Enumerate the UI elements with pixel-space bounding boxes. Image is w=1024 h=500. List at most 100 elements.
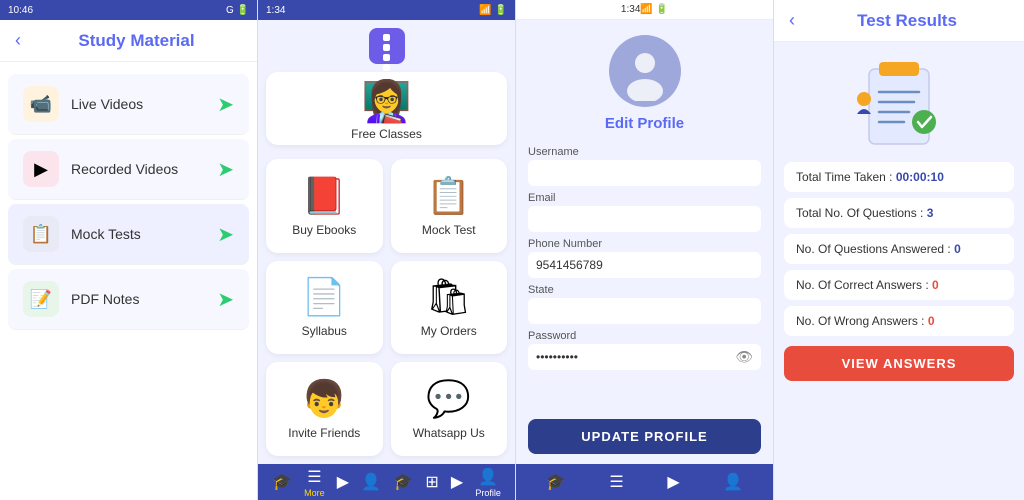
panel3-bottom-video[interactable]: ▶ xyxy=(667,472,679,492)
menu-item-recorded-videos[interactable]: ▶ Recorded Videos ➤ xyxy=(8,139,249,200)
back-button-4[interactable]: ‹ xyxy=(789,10,795,31)
mock-test-label: Mock Test xyxy=(422,223,476,237)
grid-item-buy-ebooks[interactable]: 📕 Buy Ebooks xyxy=(266,159,383,253)
test-results-panel: ‹ Test Results Total Time Taken : 00:00:… xyxy=(774,0,1024,500)
whatsapp-icon: 💬 xyxy=(426,378,471,420)
menu-item-mock-tests[interactable]: 📋 Mock Tests ➤ xyxy=(8,204,249,265)
password-input[interactable] xyxy=(528,344,761,370)
avatar-container xyxy=(516,20,773,115)
update-profile-button[interactable]: UPDATE PROFILE xyxy=(528,419,761,454)
view-answers-button[interactable]: VIEW ANSWERS xyxy=(784,346,1014,381)
icons-3: 📶 🔋 xyxy=(640,4,668,15)
my-orders-icon: 🛍 xyxy=(426,276,472,318)
menu-item-live-videos[interactable]: 📹 Live Videos ➤ xyxy=(8,74,249,135)
free-classes-item[interactable]: 👩‍🏫 Free Classes xyxy=(266,72,507,145)
bottom-learn-btn[interactable]: 🎓 xyxy=(393,472,413,492)
panel1-header: ‹ Study Material xyxy=(0,20,257,62)
recorded-videos-label: Recorded Videos xyxy=(71,161,217,177)
email-input[interactable] xyxy=(528,206,761,232)
correct-value: 0 xyxy=(932,278,939,292)
bottom-profile-small-btn[interactable]: 👤 xyxy=(361,472,381,492)
grid-item-my-orders[interactable]: 🛍 My Orders xyxy=(391,261,508,355)
bottom-profile-btn[interactable]: 👤 Profile xyxy=(475,467,501,498)
panel2-bottom-bar: 🎓 ☰ More ▶ 👤 🎓 ⊞ ▶ 👤 Profile xyxy=(258,464,515,500)
password-label: Password xyxy=(528,330,761,342)
panel2-top xyxy=(258,20,515,72)
free-classes-icon: 👩‍🏫 xyxy=(362,78,412,125)
panel3-bottom-bar: 🎓 ☰ ▶ 👤 xyxy=(516,464,773,500)
arrow-icon-3: ➤ xyxy=(217,222,234,247)
pdf-notes-icon: 📝 xyxy=(23,281,59,317)
time-3: 1:34 xyxy=(621,4,640,15)
syllabus-icon: 📄 xyxy=(302,276,347,318)
grid-item-invite-friends[interactable]: 👦 Invite Friends xyxy=(266,362,383,456)
phone-input[interactable] xyxy=(528,252,761,278)
back-button-1[interactable]: ‹ xyxy=(15,30,21,51)
arrow-icon-4: ➤ xyxy=(217,287,234,312)
mock-tests-icon: 📋 xyxy=(23,216,59,252)
study-material-panel: 10:46 G 🔋 ‹ Study Material 📹 Live Videos… xyxy=(0,0,258,500)
whatsapp-us-label: Whatsapp Us xyxy=(413,426,485,440)
mock-tests-label: Mock Tests xyxy=(71,226,217,242)
panel3-bottom-profile[interactable]: 👤 xyxy=(723,472,743,492)
panel1-title: Study Material xyxy=(31,31,242,51)
total-q-label: Total No. Of Questions : xyxy=(796,206,927,220)
result-row-total-q: Total No. Of Questions : 3 xyxy=(784,198,1014,228)
answered-value: 0 xyxy=(954,242,961,256)
grid-item-mock-test[interactable]: 📋 Mock Test xyxy=(391,159,508,253)
pdf-notes-label: PDF Notes xyxy=(71,291,217,307)
mock-test-icon: 📋 xyxy=(426,175,471,217)
state-input[interactable] xyxy=(528,298,761,324)
status-bar-3: 1:34 📶 🔋 xyxy=(516,0,773,20)
menu-item-pdf-notes[interactable]: 📝 PDF Notes ➤ xyxy=(8,269,249,330)
free-classes-label: Free Classes xyxy=(351,127,422,141)
bottom-home-btn[interactable]: 🎓 xyxy=(272,472,292,492)
username-input[interactable] xyxy=(528,160,761,186)
result-row-correct: No. Of Correct Answers : 0 xyxy=(784,270,1014,300)
correct-label: No. Of Correct Answers : xyxy=(796,278,932,292)
password-field-container: 👁 xyxy=(528,344,761,370)
total-time-label: Total Time Taken : xyxy=(796,170,896,184)
grid-toggle-icon[interactable] xyxy=(369,28,405,64)
recorded-videos-icon: ▶ xyxy=(23,151,59,187)
result-row-answered: No. Of Questions Answered : 0 xyxy=(784,234,1014,264)
result-items: Total Time Taken : 00:00:10 Total No. Of… xyxy=(774,162,1024,336)
total-time-value: 00:00:10 xyxy=(896,170,944,184)
eye-toggle-icon[interactable]: 👁 xyxy=(735,349,753,366)
panel4-title: Test Results xyxy=(805,11,1009,31)
panel3-bottom-more[interactable]: ☰ xyxy=(609,472,623,492)
total-q-value: 3 xyxy=(927,206,934,220)
bottom-video-btn[interactable]: ▶ xyxy=(337,472,349,492)
arrow-icon-2: ➤ xyxy=(217,157,234,182)
time-1: 10:46 xyxy=(8,5,33,16)
buy-ebooks-icon: 📕 xyxy=(302,175,347,217)
username-label: Username xyxy=(528,146,761,158)
icons-2: 📶 🔋 xyxy=(479,5,507,16)
result-row-time: Total Time Taken : 00:00:10 xyxy=(784,162,1014,192)
edit-profile-title: Edit Profile xyxy=(516,115,773,132)
bottom-grid-btn[interactable]: ⊞ xyxy=(425,472,438,492)
wrong-label: No. Of Wrong Answers : xyxy=(796,314,928,328)
my-orders-label: My Orders xyxy=(421,324,477,338)
bottom-rec-btn[interactable]: ▶ xyxy=(451,472,463,492)
profile-form: Username Email Phone Number State Passwo… xyxy=(516,140,773,409)
bottom-more-btn[interactable]: ☰ More xyxy=(304,467,325,498)
panel4-header: ‹ Test Results xyxy=(774,0,1024,42)
buy-ebooks-label: Buy Ebooks xyxy=(292,223,356,237)
result-row-wrong: No. Of Wrong Answers : 0 xyxy=(784,306,1014,336)
email-label: Email xyxy=(528,192,761,204)
answered-label: No. Of Questions Answered : xyxy=(796,242,954,256)
time-2: 1:34 xyxy=(266,5,285,16)
arrow-icon-1: ➤ xyxy=(217,92,234,117)
status-bar-2: 1:34 📶 🔋 xyxy=(258,0,515,20)
panel3-bottom-home[interactable]: 🎓 xyxy=(546,472,566,492)
live-videos-icon: 📹 xyxy=(23,86,59,122)
invite-friends-icon: 👦 xyxy=(302,378,347,420)
invite-friends-label: Invite Friends xyxy=(288,426,360,440)
status-bar-1: 10:46 G 🔋 xyxy=(0,0,257,20)
live-videos-label: Live Videos xyxy=(71,96,217,112)
phone-label: Phone Number xyxy=(528,238,761,250)
grid-item-whatsapp-us[interactable]: 💬 Whatsapp Us xyxy=(391,362,508,456)
grid-item-syllabus[interactable]: 📄 Syllabus xyxy=(266,261,383,355)
wrong-value: 0 xyxy=(928,314,935,328)
